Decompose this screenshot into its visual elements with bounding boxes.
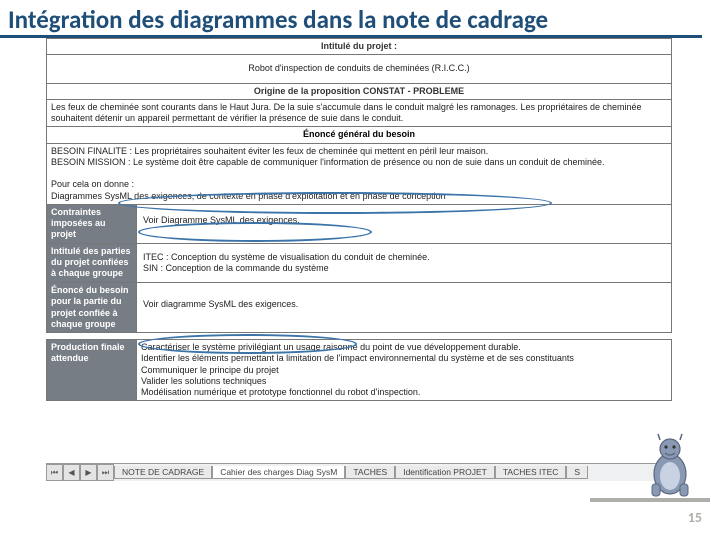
tab-note-cadrage[interactable]: NOTE DE CADRAGE	[114, 466, 212, 479]
tab-ident-projet[interactable]: Identification PROJET	[395, 466, 495, 479]
text-line: Caractériser le système privilégiant un …	[141, 342, 521, 352]
tab-taches-itec[interactable]: TACHES ITEC	[495, 466, 567, 479]
text-line: Modélisation numérique et prototype fonc…	[141, 387, 420, 397]
tab-nav-last[interactable]: ⏭	[97, 464, 114, 481]
text-line: Valider les solutions techniques	[141, 376, 266, 386]
label-production: Production finale attendue	[47, 340, 137, 401]
cell-production: Caractériser le système privilégiant un …	[137, 340, 672, 401]
text-line: Communiquer le principe du projet	[141, 365, 279, 375]
tab-nav-next[interactable]: ▶	[80, 464, 97, 481]
cadrage-table: Intitulé du projet : Robot d'inspection …	[46, 38, 672, 401]
header-enonce: Énoncé général du besoin	[47, 127, 672, 143]
cell-enonce: BESOIN FINALITE : Les propriétaires souh…	[47, 143, 672, 204]
header-intitule: Intitulé du projet :	[47, 39, 672, 55]
embedded-document: Intitulé du projet : Robot d'inspection …	[46, 38, 672, 478]
cell-intitule: Robot d'inspection de conduits de chemin…	[47, 55, 672, 83]
text-line: SIN : Conception de la commande du systè…	[143, 263, 329, 273]
tab-cahier-charges[interactable]: Cahier des charges Diag SysM	[212, 466, 345, 479]
footer-accent-line	[590, 498, 710, 502]
text-line: Diagrammes SysML des exigences, de conte…	[51, 191, 446, 201]
cell-contraintes: Voir Diagramme SysML des exigences.	[137, 204, 672, 243]
header-origine: Origine de la proposition CONSTAT - PROB…	[47, 83, 672, 99]
tab-extra[interactable]: S	[566, 466, 588, 479]
tab-taches[interactable]: TACHES	[345, 466, 395, 479]
label-parties: Intitulé des parties du projet confiées …	[47, 243, 137, 283]
slide-title: Intégration des diagrammes dans la note …	[0, 0, 702, 38]
text-line: ITEC : Conception du système de visualis…	[143, 252, 430, 262]
label-contraintes: Contraintes imposées au projet	[47, 204, 137, 243]
label-enonce-partie: Énoncé du besoin pour la partie du proje…	[47, 283, 137, 333]
sheet-tab-bar: ⏮ ◀ ▶ ⏭ NOTE DE CADRAGE Cahier des charg…	[46, 463, 672, 481]
text-line: Pour cela on donne :	[51, 179, 134, 189]
tab-nav-first[interactable]: ⏮	[46, 464, 63, 481]
cell-parties: ITEC : Conception du système de visualis…	[137, 243, 672, 283]
text-line: BESOIN MISSION : Le système doit être ca…	[51, 157, 605, 167]
page-number: 15	[688, 509, 702, 526]
text-line: Identifier les éléments permettant la li…	[141, 353, 574, 363]
cell-enonce-partie: Voir diagramme SysML des exigences.	[137, 283, 672, 333]
cell-origine: Les feux de cheminée sont courants dans …	[47, 99, 672, 127]
text-line: BESOIN FINALITE : Les propriétaires souh…	[51, 146, 488, 156]
tab-nav-prev[interactable]: ◀	[63, 464, 80, 481]
